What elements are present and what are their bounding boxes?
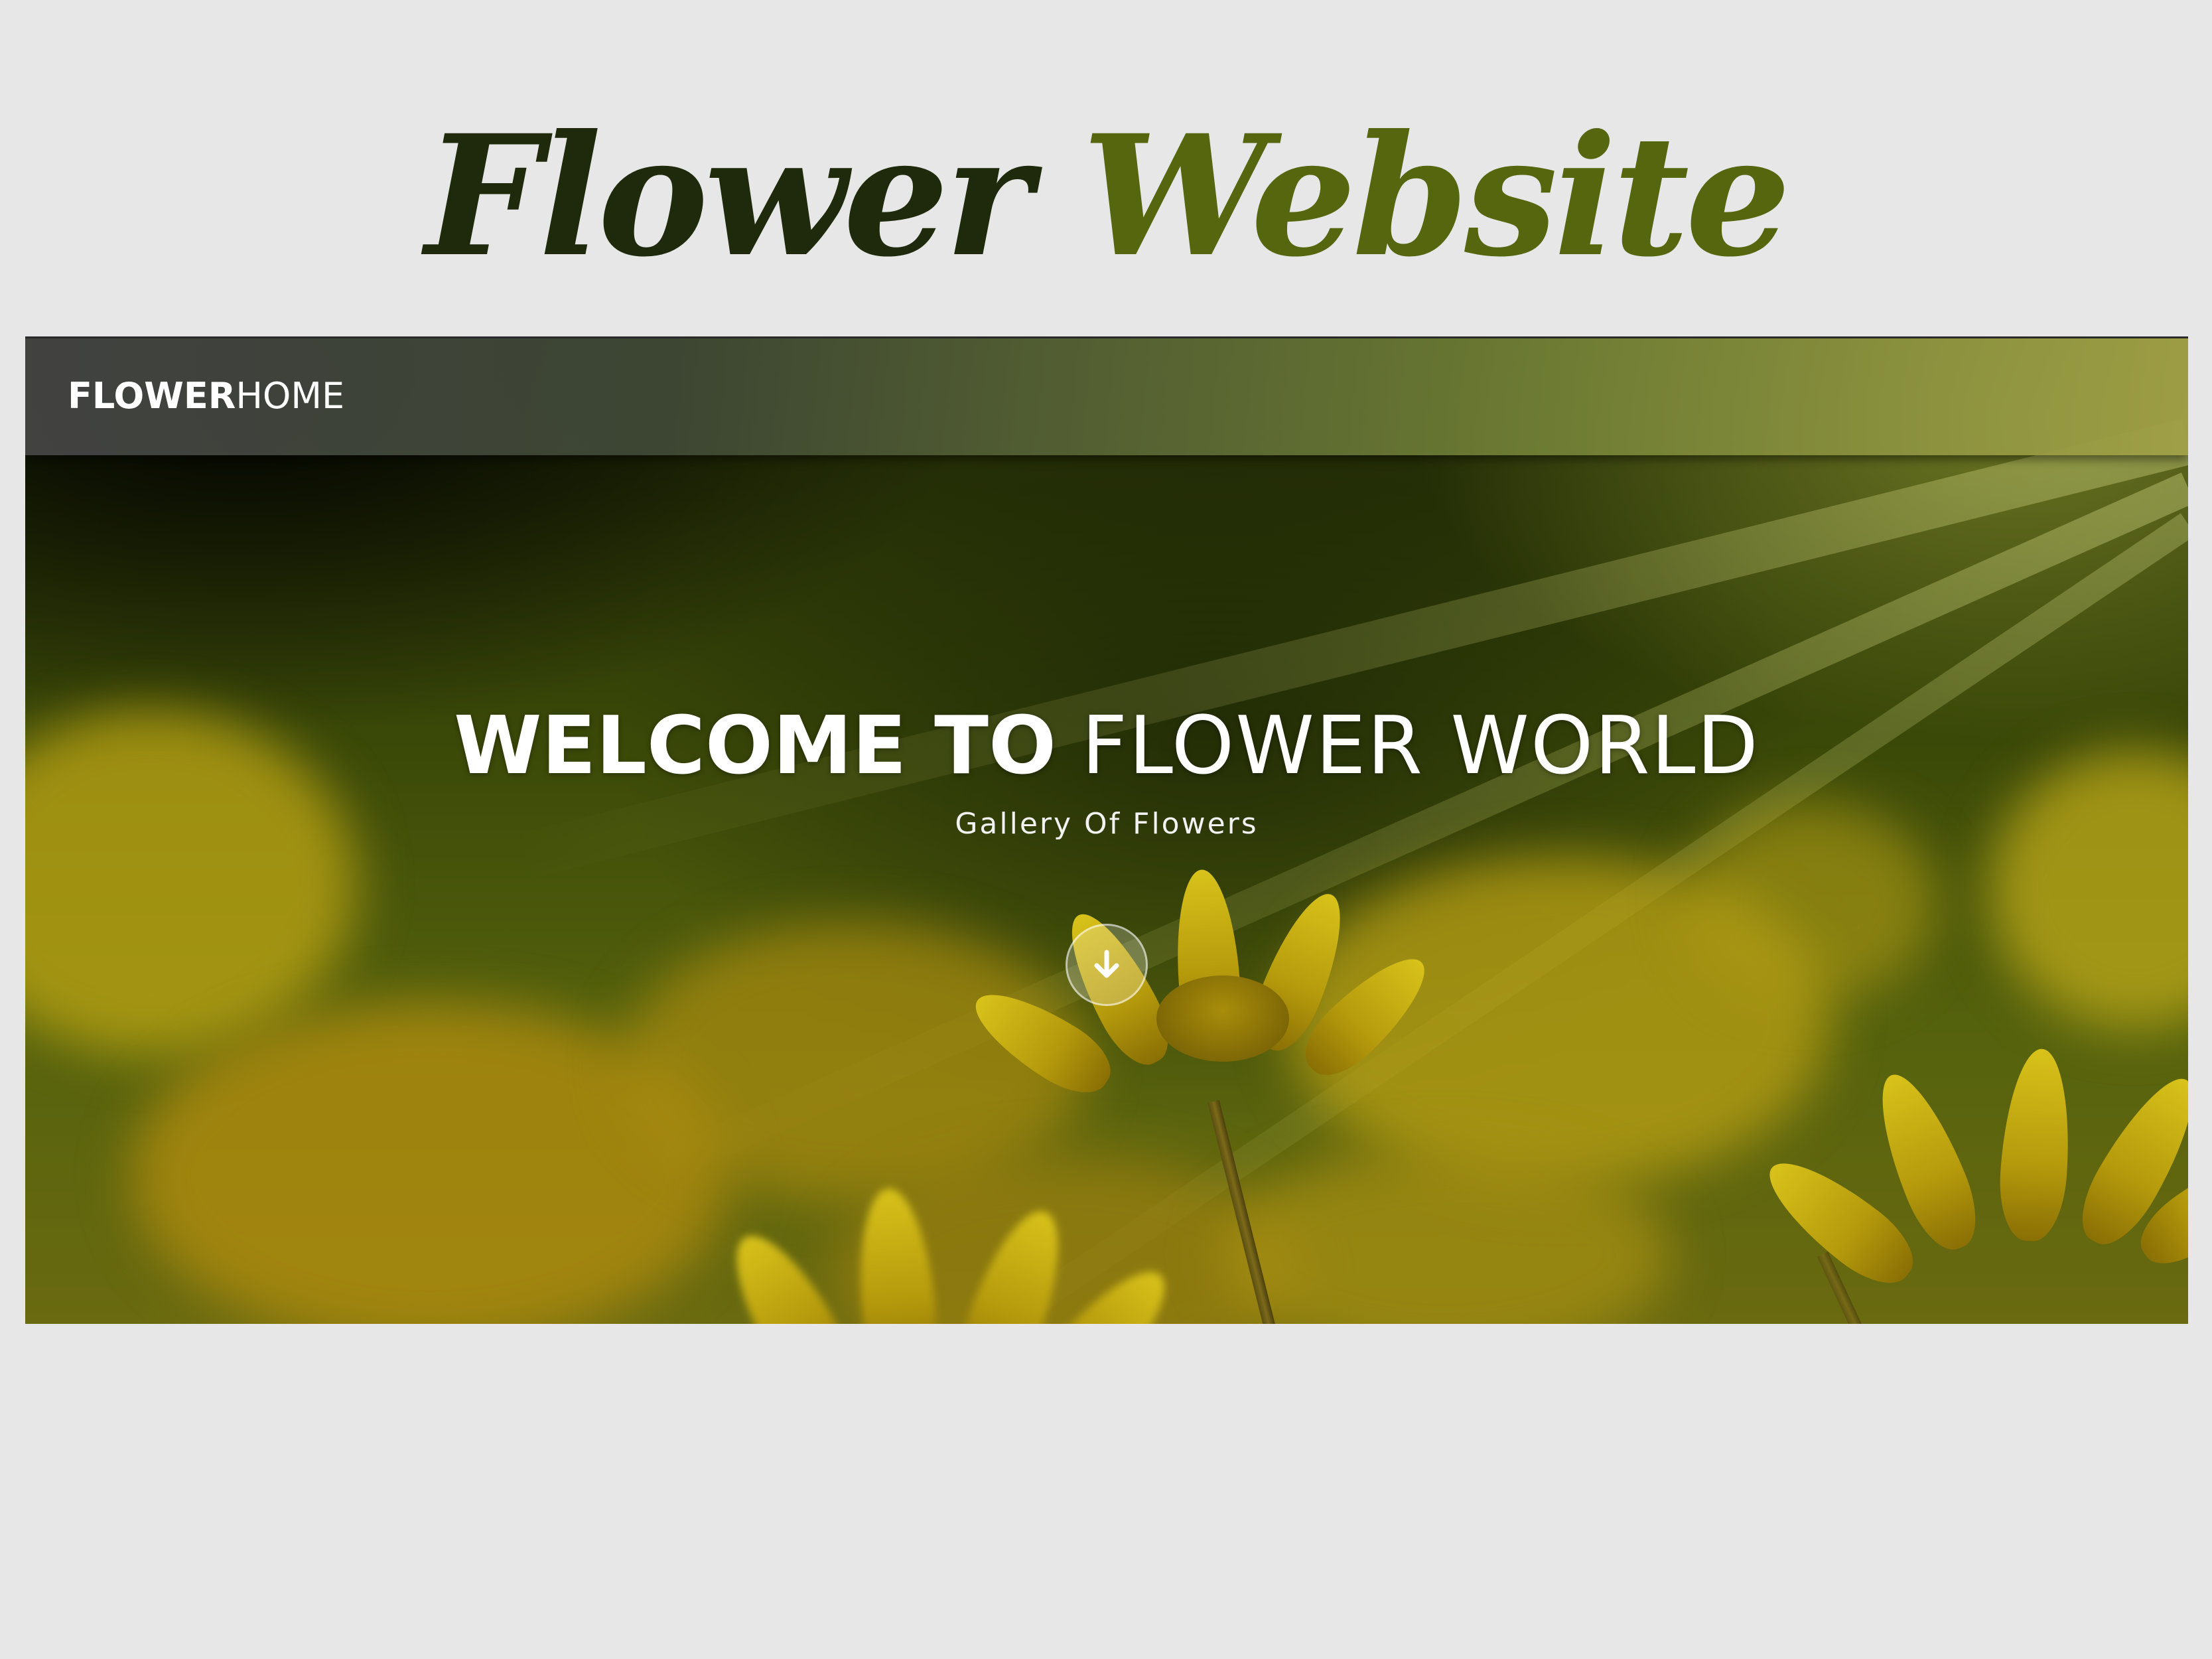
- page-title-word-1: Flower: [425, 98, 1032, 293]
- website-screenshot: FLOWERHOME WELCOME TO FLOWER WORLD Galle…: [25, 336, 2188, 1324]
- page-title: Flower Website: [0, 100, 2212, 292]
- brand-light-text: HOME: [236, 375, 345, 417]
- brand-bold-text: FLOWER: [68, 375, 236, 417]
- flower-petal: [1156, 975, 1289, 1062]
- hero-heading: WELCOME TO FLOWER WORLD: [25, 697, 2188, 796]
- hero-heading-bold: WELCOME TO: [454, 700, 1056, 792]
- brand-logo-link[interactable]: FLOWERHOME: [68, 373, 344, 419]
- arrow-down-icon: [1094, 950, 1119, 978]
- scroll-down-button[interactable]: [1066, 924, 1148, 1006]
- hero-subheading: Gallery Of Flowers: [955, 807, 1259, 841]
- navbar: FLOWERHOME: [25, 338, 2188, 455]
- flower-petal: [1996, 1046, 2076, 1244]
- page-title-word-2: Website: [1081, 98, 1791, 293]
- hero-heading-light: FLOWER WORLD: [1081, 700, 1760, 792]
